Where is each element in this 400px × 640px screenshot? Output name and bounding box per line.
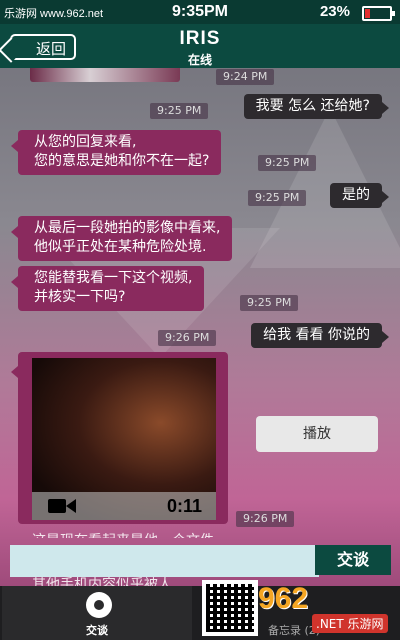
incoming-message: 从您的回复来看, 您的意思是她和你不在一起? [10,130,222,175]
message-line: 您的意思是她和你不在一起? [34,153,210,169]
video-duration: 0:11 [166,496,202,516]
message-line: 从您的回复来看, [34,134,137,150]
message-composer: 交谈 [10,545,391,577]
chat-area[interactable]: 9:24 PM 9:25 PM 我要 怎么 还给她? 从您的回复来看, 您的意思… [0,68,400,538]
outgoing-message: 给我 看看 你说的 [251,323,389,348]
video-info-bar: 0:11 [32,492,216,520]
watermark-logo: 962 [258,582,309,615]
qr-code [202,580,258,636]
battery-percent: 23% [319,3,350,20]
watermark-site: .NET 乐游网 [312,614,388,633]
play-button[interactable]: 播放 [256,416,378,452]
outgoing-message: 我要 怎么 还给她? [243,94,390,119]
timestamp: 9:25 PM [248,190,307,206]
send-button[interactable]: 交谈 [315,545,391,575]
video-message: 0:11 [11,352,228,524]
contact-name: IRIS [179,28,221,49]
tab-chat[interactable]: 交谈 [2,586,192,640]
timestamp: 9:26 PM [236,511,295,527]
outgoing-message: 是的 [330,183,389,208]
partial-message-line: 这是现在看起来是他一个文件 [32,530,214,538]
status-bar: 乐游网 www.962.net 9:35PM 23% [0,0,400,24]
contact-status: 在线 [187,53,212,67]
video-camera-icon [48,499,76,513]
timestamp: 9:25 PM [258,155,317,171]
tab-chat-label: 交谈 [86,624,108,637]
message-line: 他似乎正处在某种危险处境. [34,239,207,255]
video-thumbnail[interactable]: 0:11 [32,358,216,520]
image-thumbnail[interactable] [30,68,180,82]
battery-icon [362,6,395,21]
message-line: 并核实一下吗? [34,289,126,305]
timestamp: 9:25 PM [240,295,299,311]
timestamp: 9:25 PM [150,103,209,119]
aperture-icon [86,592,112,618]
timestamp: 9:24 PM [216,69,275,85]
message-input[interactable] [10,545,319,577]
incoming-message: 从最后一段她拍的影像中看来, 他似乎正处在某种危险处境. [10,216,233,261]
incoming-message: 您能替我看一下这个视频, 并核实一下吗? [10,266,205,311]
message-line: 从最后一段她拍的影像中看来, [34,220,221,236]
message-line: 您能替我看一下这个视频, [34,270,193,286]
chat-header: 返回 IRIS 在线 [0,24,400,68]
timestamp: 9:26 PM [158,330,217,346]
